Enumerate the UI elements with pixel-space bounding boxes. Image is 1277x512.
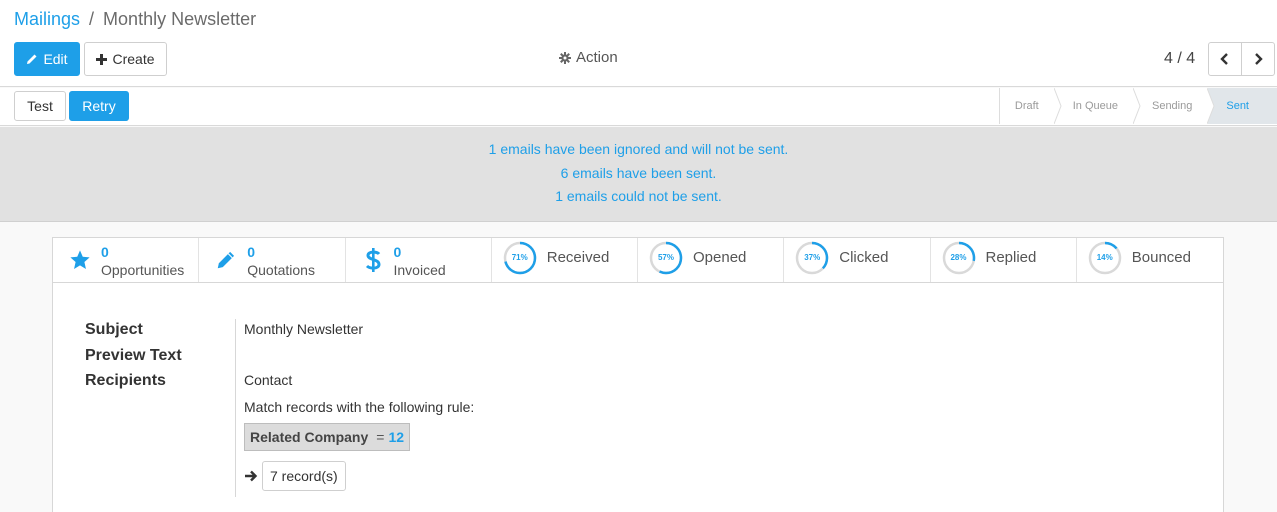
- received-percentage: 71%: [511, 253, 528, 262]
- star-icon: [70, 250, 90, 269]
- replied-percentage: 28%: [950, 253, 967, 262]
- stage-pipeline: Draft In Queue Sending Sent: [998, 88, 1277, 124]
- invoiced-stat-button[interactable]: 0 Invoiced: [346, 238, 492, 282]
- stage-divider-icon: [1207, 88, 1215, 124]
- bounced-stat-button[interactable]: 14% Bounced: [1077, 238, 1223, 282]
- recipients-model-value[interactable]: Contact: [244, 372, 292, 388]
- opportunities-count: 0: [101, 244, 109, 260]
- plus-icon: [96, 53, 108, 65]
- stage-in-queue[interactable]: In Queue: [1055, 88, 1141, 124]
- statusbar: Test Retry Draft In Queue Sending Sent: [0, 88, 1277, 126]
- stage-sending[interactable]: Sending: [1134, 88, 1215, 124]
- pager-counter: 4 / 4: [1164, 50, 1196, 67]
- pager-previous-button[interactable]: [1208, 42, 1242, 76]
- test-button-label: Test: [27, 98, 53, 114]
- recipients-label: Recipients: [85, 372, 166, 389]
- clicked-stat-button[interactable]: 37% Clicked: [784, 238, 931, 282]
- control-panel: Mailings / Monthly Newsletter Edit Creat…: [0, 0, 1277, 87]
- stage-sent[interactable]: Sent: [1208, 88, 1277, 124]
- breadcrumb-current: Monthly Newsletter: [103, 9, 257, 29]
- clicked-label: Clicked: [839, 249, 889, 266]
- opened-stat-button[interactable]: 57% Opened: [638, 238, 785, 282]
- retry-button[interactable]: Retry: [69, 91, 129, 121]
- clicked-percentage: 37%: [804, 253, 821, 262]
- chevron-left-icon: [1220, 53, 1228, 65]
- form-sheet: 0 Opportunities 0 Quotations 0 Invoiced: [52, 237, 1224, 512]
- records-count-button[interactable]: 7 record(s): [262, 461, 346, 491]
- invoiced-label: Invoiced: [393, 262, 446, 278]
- records-row: 7 record(s): [244, 461, 346, 491]
- stage-divider-icon: [1053, 88, 1062, 124]
- chevron-right-icon: [1255, 53, 1263, 65]
- test-button[interactable]: Test: [14, 91, 66, 121]
- pencil-icon: [218, 251, 235, 269]
- domain-rule-text: Match records with the following rule:: [244, 399, 475, 415]
- dollar-icon: [365, 248, 381, 272]
- retry-button-label: Retry: [82, 98, 116, 114]
- quotations-stat-button[interactable]: 0 Quotations: [199, 238, 346, 282]
- action-menu[interactable]: Action: [559, 49, 618, 66]
- opportunities-label: Opportunities: [101, 262, 185, 278]
- edit-button[interactable]: Edit: [14, 42, 80, 76]
- domain-operator: =: [376, 429, 385, 445]
- mailing-status-alert: 1 emails have been ignored and will not …: [0, 127, 1277, 222]
- stage-in-queue-label: In Queue: [1072, 100, 1118, 112]
- stage-sent-label: Sent: [1226, 100, 1249, 112]
- domain-rule-tag[interactable]: Related Company = 12: [244, 423, 411, 451]
- breadcrumb-mailings-link[interactable]: Mailings: [14, 9, 80, 30]
- alert-sent-text[interactable]: 6 emails have been sent.: [0, 165, 1277, 181]
- opportunities-stat-button[interactable]: 0 Opportunities: [53, 238, 200, 282]
- alert-ignored-text[interactable]: 1 emails have been ignored and will not …: [0, 141, 1277, 157]
- bounced-label: Bounced: [1131, 249, 1191, 266]
- arrow-right-icon: [245, 470, 258, 482]
- stage-draft[interactable]: Draft: [1000, 88, 1062, 124]
- records-count-label: 7 record(s): [270, 468, 338, 484]
- replied-stat-button[interactable]: 28% Replied: [931, 238, 1077, 282]
- pager-next-button[interactable]: [1241, 42, 1275, 76]
- gear-icon: [559, 51, 571, 64]
- received-label: Received: [546, 249, 610, 266]
- stage-draft-label: Draft: [1014, 100, 1039, 112]
- breadcrumb-separator: /: [89, 9, 95, 29]
- action-label: Action: [576, 49, 618, 66]
- stage-sending-label: Sending: [1151, 100, 1193, 112]
- subject-value[interactable]: Monthly Newsletter: [244, 321, 363, 337]
- invoiced-count: 0: [393, 244, 402, 260]
- edit-button-label: Edit: [43, 51, 68, 67]
- create-button-label: Create: [112, 51, 155, 67]
- opened-label: Opened: [693, 249, 747, 266]
- pencil-icon: [27, 54, 37, 64]
- subject-label: Subject: [85, 321, 143, 338]
- received-stat-button[interactable]: 71% Received: [492, 238, 638, 282]
- alert-failed-text[interactable]: 1 emails could not be sent.: [0, 188, 1277, 204]
- breadcrumb: Mailings / Monthly Newsletter: [14, 9, 256, 30]
- smart-button-box: 0 Opportunities 0 Quotations 0 Invoiced: [53, 238, 1223, 283]
- domain-value: 12: [388, 429, 405, 445]
- create-button[interactable]: Create: [84, 42, 167, 76]
- bounced-percentage: 14%: [1096, 253, 1113, 262]
- domain-field-name: Related Company: [250, 429, 369, 445]
- stage-divider-icon: [1132, 88, 1141, 124]
- replied-label: Replied: [985, 249, 1037, 266]
- quotations-label: Quotations: [247, 262, 315, 278]
- field-divider: [235, 319, 236, 497]
- opened-percentage: 57%: [657, 253, 674, 262]
- preview-text-label: Preview Text: [85, 347, 182, 364]
- quotations-count: 0: [247, 244, 256, 260]
